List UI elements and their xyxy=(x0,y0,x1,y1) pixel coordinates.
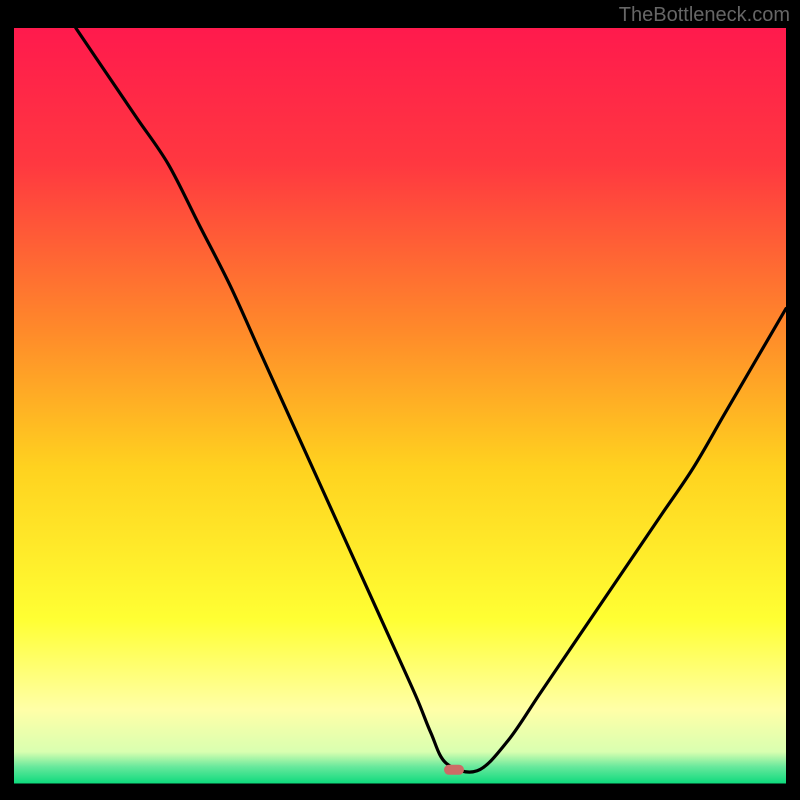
chart-frame: TheBottleneck.com xyxy=(0,0,800,800)
gradient-background xyxy=(14,28,786,786)
plot-area xyxy=(14,28,786,786)
optimal-marker xyxy=(444,765,464,775)
watermark-text: TheBottleneck.com xyxy=(619,4,790,27)
bottleneck-chart-svg xyxy=(14,28,786,786)
